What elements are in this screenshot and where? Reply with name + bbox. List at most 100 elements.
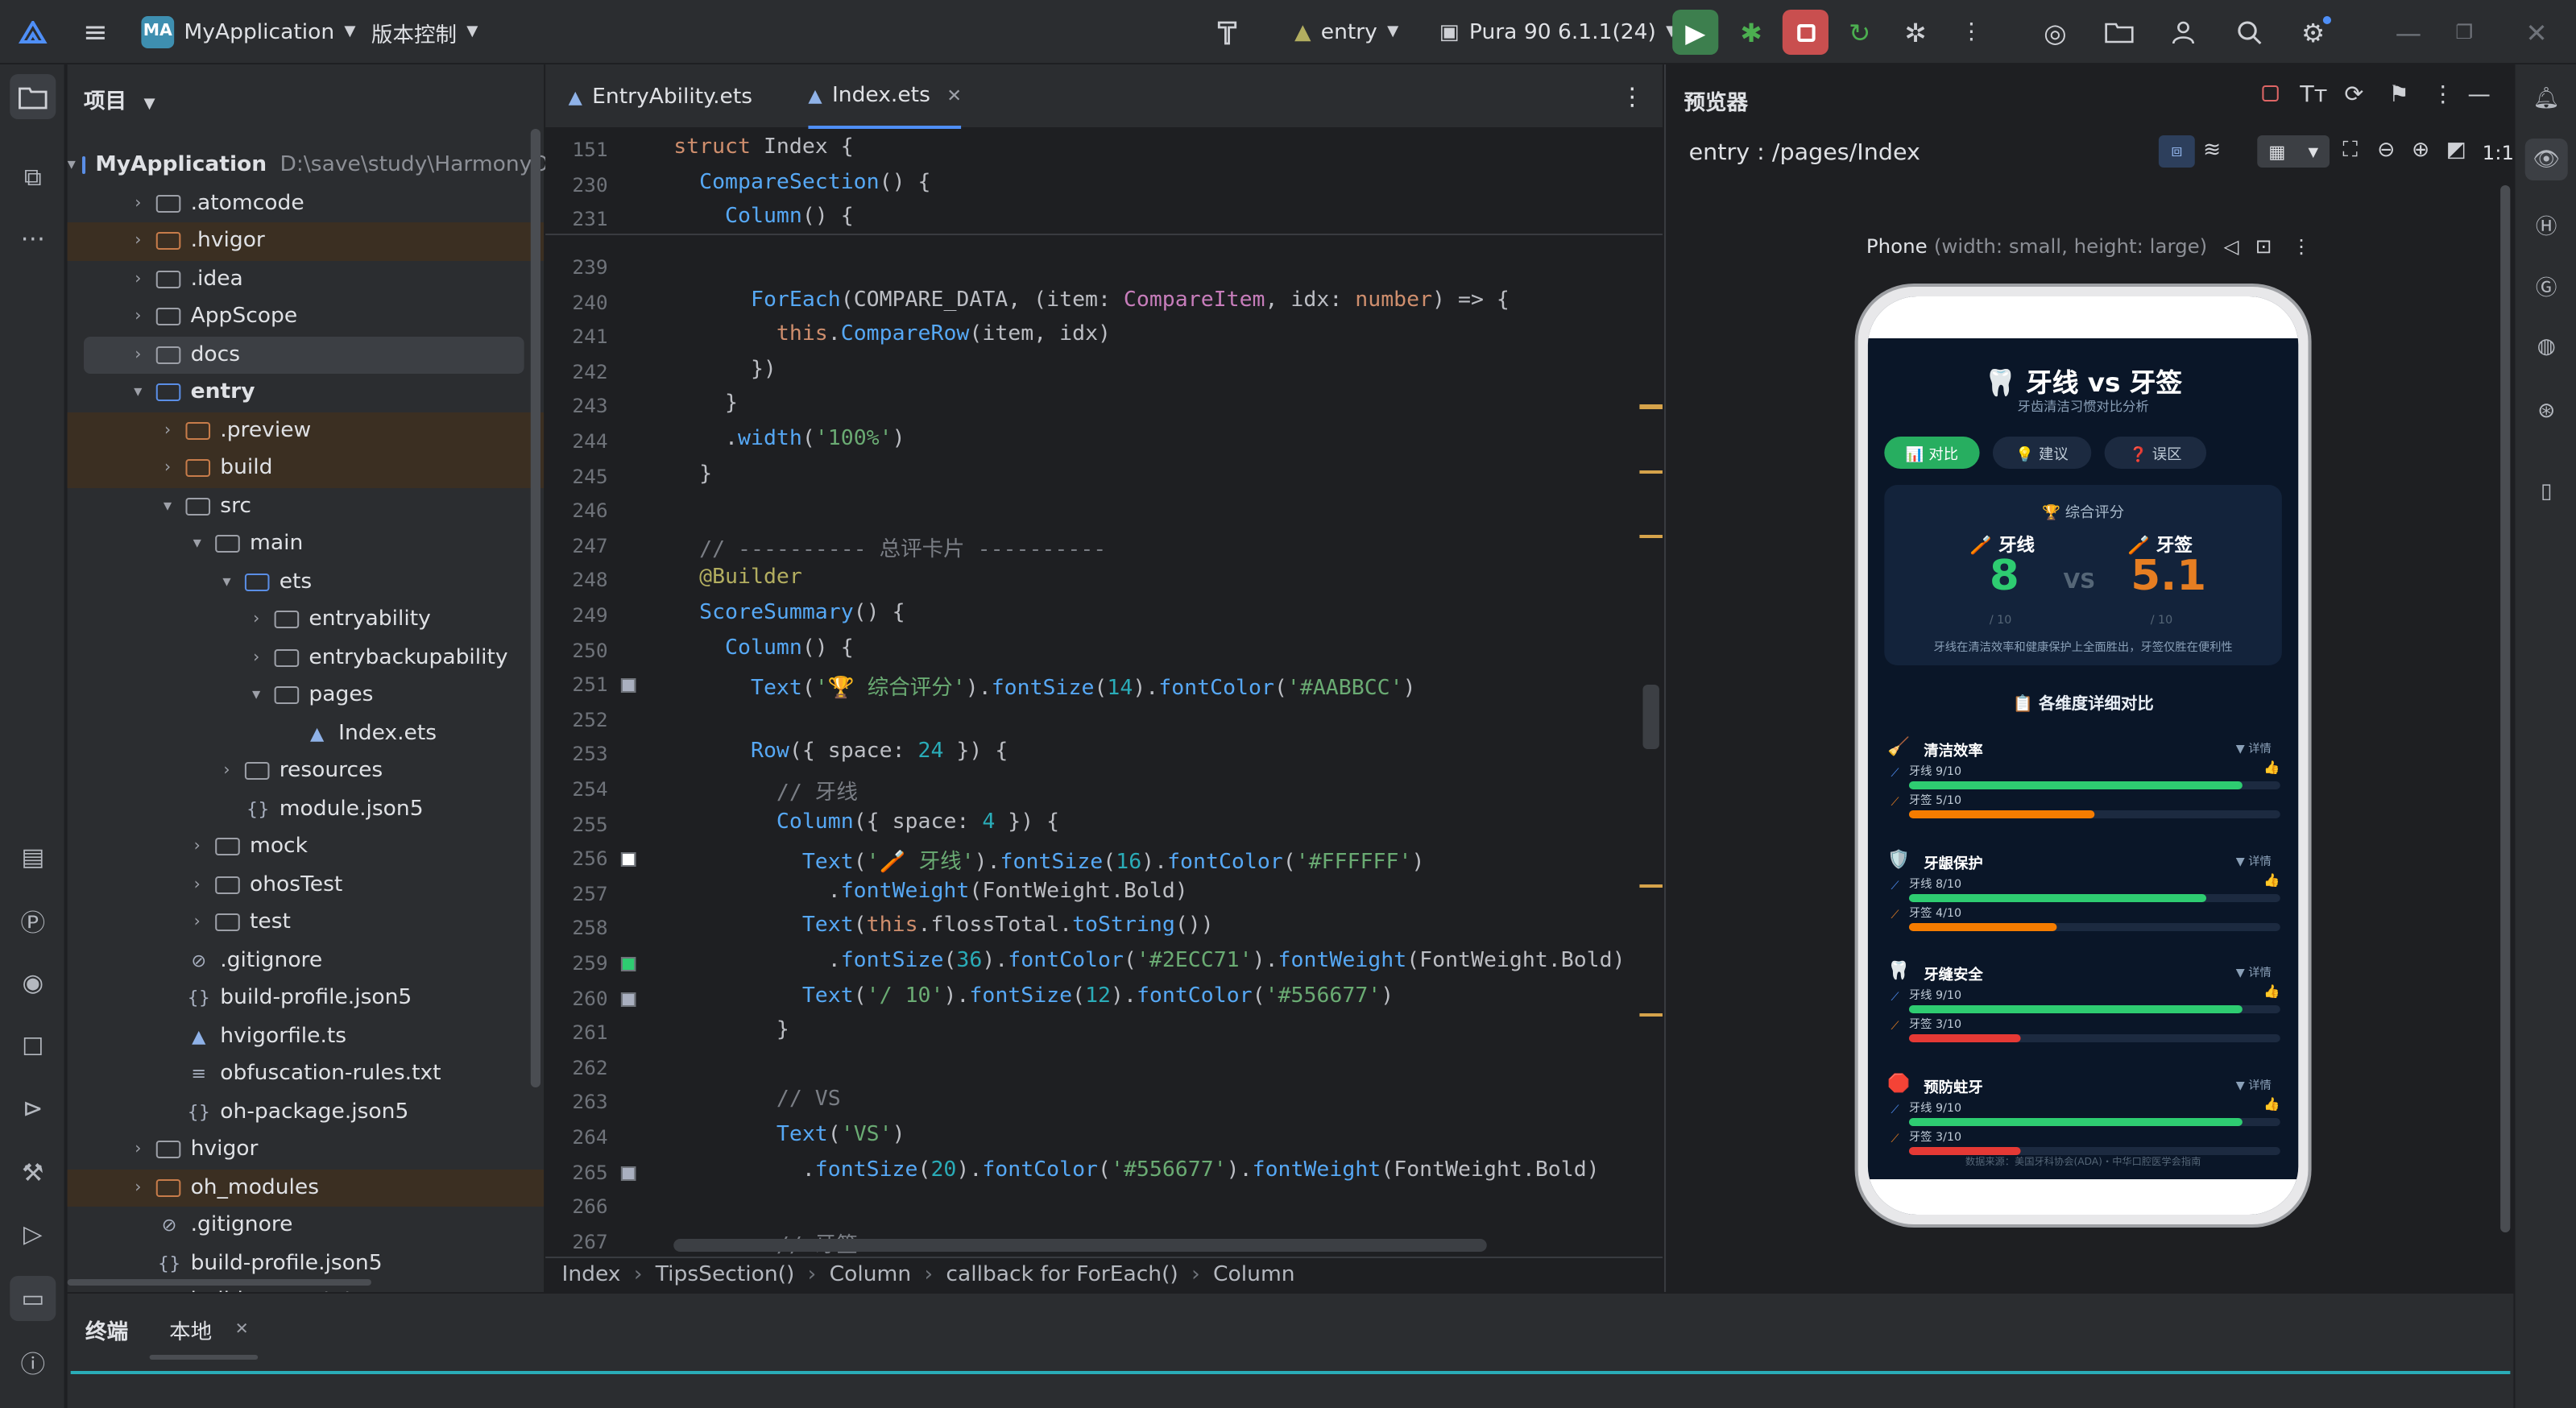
tree-item[interactable]: ▾ pages xyxy=(68,677,544,714)
tab-tips[interactable]: 💡 建议 xyxy=(1992,437,2092,469)
tree-item[interactable]: › resources xyxy=(68,752,544,790)
project-switcher[interactable]: MA MyApplication ▼ xyxy=(141,0,355,64)
tree-item[interactable]: {} module.json5 xyxy=(68,790,544,828)
chevron-right-icon[interactable]: › xyxy=(126,1141,150,1159)
code-line[interactable]: Text('/ 10').fontSize(12).fontColor('#55… xyxy=(673,984,1394,1008)
code-line[interactable]: // VS xyxy=(673,1088,841,1112)
phone-preview-icon[interactable]: ▯ xyxy=(2525,470,2568,512)
chevron-down-icon[interactable]: ▾ xyxy=(185,536,209,553)
terminal-title[interactable]: 终端 xyxy=(85,1315,128,1345)
close-tab-icon[interactable]: ✕ xyxy=(235,1321,249,1338)
run-tool-icon[interactable]: ▷ xyxy=(10,1211,56,1257)
harmony-icon[interactable]: Ⓗ xyxy=(2525,203,2568,245)
chevron-down-icon[interactable]: ▾ xyxy=(245,687,268,705)
tab-index[interactable]: ▲ Index.ets ✕ xyxy=(808,64,963,129)
code-line[interactable]: @Builder xyxy=(673,566,802,590)
code-line[interactable]: .fontSize(36).fontColor('#2ECC71').fontW… xyxy=(673,949,1626,973)
refresh-icon[interactable]: ⟳ xyxy=(2344,84,2363,106)
zoom-out-icon[interactable]: ⊖ xyxy=(2377,140,2395,161)
tree-item[interactable]: ≡ obfuscation-rules.txt xyxy=(68,1055,544,1093)
tree-item[interactable]: ⊘ .gitignore xyxy=(68,1207,544,1244)
code-line[interactable]: .fontWeight(FontWeight.Bold) xyxy=(673,880,1188,904)
code-line[interactable]: } xyxy=(673,392,738,416)
breadcrumb-item[interactable]: callback for ForEach() xyxy=(946,1263,1178,1287)
chevron-right-icon[interactable]: › xyxy=(126,233,150,251)
tree-scrollbar[interactable] xyxy=(530,129,540,1087)
tree-item[interactable]: › mock xyxy=(68,828,544,866)
code-line[interactable]: Text('🪥 牙线').fontSize(16).fontColor('#FF… xyxy=(673,844,1425,875)
target-icon[interactable]: ◎ xyxy=(2032,10,2078,55)
inspector-toggle-icon[interactable]: ⚑ xyxy=(2388,84,2409,106)
tree-item[interactable]: ▲ hvigorfile.ts xyxy=(68,1017,544,1055)
breadcrumb-item[interactable]: Column xyxy=(830,1263,912,1287)
chevron-right-icon[interactable]: › xyxy=(185,839,209,856)
tree-item[interactable]: ▲ Index.ets xyxy=(68,714,544,752)
tree-hscrollbar[interactable] xyxy=(67,1279,371,1286)
notifications-icon[interactable]: 🔔︎ xyxy=(2525,77,2568,119)
tree-item[interactable]: › test xyxy=(68,904,544,942)
editor-hscrollbar[interactable] xyxy=(673,1239,1487,1252)
code-line[interactable]: Text('🏆 综合评分').fontSize(14).fontColor('#… xyxy=(673,670,1416,701)
vcs-menu[interactable]: 版本控制 ▼ xyxy=(371,0,478,64)
account-icon[interactable] xyxy=(2160,10,2206,55)
project-panel-header[interactable]: 项目 ▼ xyxy=(84,84,155,114)
warning-marker[interactable] xyxy=(1639,470,1663,474)
tree-item[interactable]: ▾ entry xyxy=(68,374,544,412)
tab-entryability[interactable]: ▲ EntryAbility.ets xyxy=(569,64,752,129)
rotate-icon[interactable]: ◩ xyxy=(2446,140,2466,161)
editor-scrollbar[interactable] xyxy=(1642,685,1659,749)
sticky-code-line[interactable]: CompareSection() { xyxy=(673,170,930,194)
warning-marker[interactable] xyxy=(1639,406,1663,409)
color-preview-icon[interactable] xyxy=(620,1166,636,1181)
tree-item[interactable]: ▾ MyApplication D:\save\study\HarmonyOS xyxy=(68,147,562,184)
todo-icon[interactable]: ☐ xyxy=(10,1025,56,1070)
chevron-down-icon[interactable]: ▾ xyxy=(156,498,180,516)
color-preview-icon[interactable] xyxy=(620,957,636,971)
tree-item[interactable]: {} build-profile.json5 xyxy=(68,1244,544,1282)
detail-toggle[interactable]: ▼ 详情 xyxy=(2236,741,2272,757)
tree-item[interactable]: › build xyxy=(67,449,545,487)
previewer-scrollbar[interactable] xyxy=(2500,185,2511,1232)
code-line[interactable]: ForEach(COMPARE_DATA, (item: CompareItem… xyxy=(673,288,1510,312)
maximize-icon[interactable]: ❐ xyxy=(2441,10,2487,55)
detail-toggle[interactable]: ▼ 详情 xyxy=(2236,965,2272,981)
search-icon[interactable] xyxy=(2226,10,2272,55)
device-more-icon[interactable]: ⋮ xyxy=(2292,237,2311,256)
more-icon[interactable]: ⋮ xyxy=(1949,10,1994,55)
tabs-more-icon[interactable]: ⋮ xyxy=(1620,64,1645,129)
gradle-icon[interactable]: Ⓖ xyxy=(2525,264,2568,306)
apply-changes-icon[interactable]: ↻ xyxy=(1837,10,1882,55)
layers-icon[interactable]: ≋ xyxy=(2203,140,2221,161)
inspector-icon[interactable]: ◉ xyxy=(10,960,56,1005)
back-icon[interactable]: ◁ xyxy=(2224,237,2239,256)
font-size-icon[interactable]: Tт xyxy=(2300,84,2327,106)
stop-preview-icon[interactable] xyxy=(2257,81,2284,106)
code-line[interactable]: Text('VS') xyxy=(673,1123,905,1147)
code-line[interactable]: .fontSize(20).fontColor('#556677').fontW… xyxy=(673,1157,1600,1182)
code-line[interactable]: Text(this.flossTotal.toString()) xyxy=(673,914,1214,938)
project-folder-icon[interactable] xyxy=(10,74,56,119)
rotate-device-icon[interactable]: ⊡ xyxy=(2255,237,2272,256)
more-tools-icon[interactable]: ⋯ xyxy=(10,216,56,261)
tree-item[interactable]: › docs xyxy=(84,336,524,374)
code-line[interactable]: } xyxy=(673,462,712,486)
chevron-right-icon[interactable]: › xyxy=(185,914,209,932)
chevron-right-icon[interactable]: › xyxy=(156,422,180,440)
tree-item[interactable]: › entrybackupability xyxy=(68,639,544,677)
previewer-more-icon[interactable]: ⋮ xyxy=(2431,84,2454,106)
sticky-code-line[interactable]: struct Index { xyxy=(673,135,854,159)
device-selector[interactable]: ▣ Pura 90 6.1.1(24) ▼ xyxy=(1439,0,1678,64)
code-line[interactable]: .width('100%') xyxy=(673,427,905,451)
close-window-icon[interactable]: ✕ xyxy=(2513,10,2559,55)
profiler-icon[interactable]: Ⓟ xyxy=(10,899,56,944)
code-line[interactable]: ScoreSummary() { xyxy=(673,601,905,625)
tab-local[interactable]: 本地 ✕ xyxy=(169,1315,249,1345)
code-line[interactable]: Row({ space: 24 }) { xyxy=(673,740,1008,764)
build-hammer-icon[interactable] xyxy=(1206,10,1252,55)
chevron-down-icon[interactable]: ▾ xyxy=(68,157,76,175)
tree-item[interactable]: › entryability xyxy=(68,601,544,639)
tree-item[interactable]: › ohosTest xyxy=(68,866,544,904)
minimize-icon[interactable]: — xyxy=(2385,10,2431,55)
close-tab-icon[interactable]: ✕ xyxy=(946,86,962,104)
tree-item[interactable]: › .hvigor xyxy=(67,222,545,260)
